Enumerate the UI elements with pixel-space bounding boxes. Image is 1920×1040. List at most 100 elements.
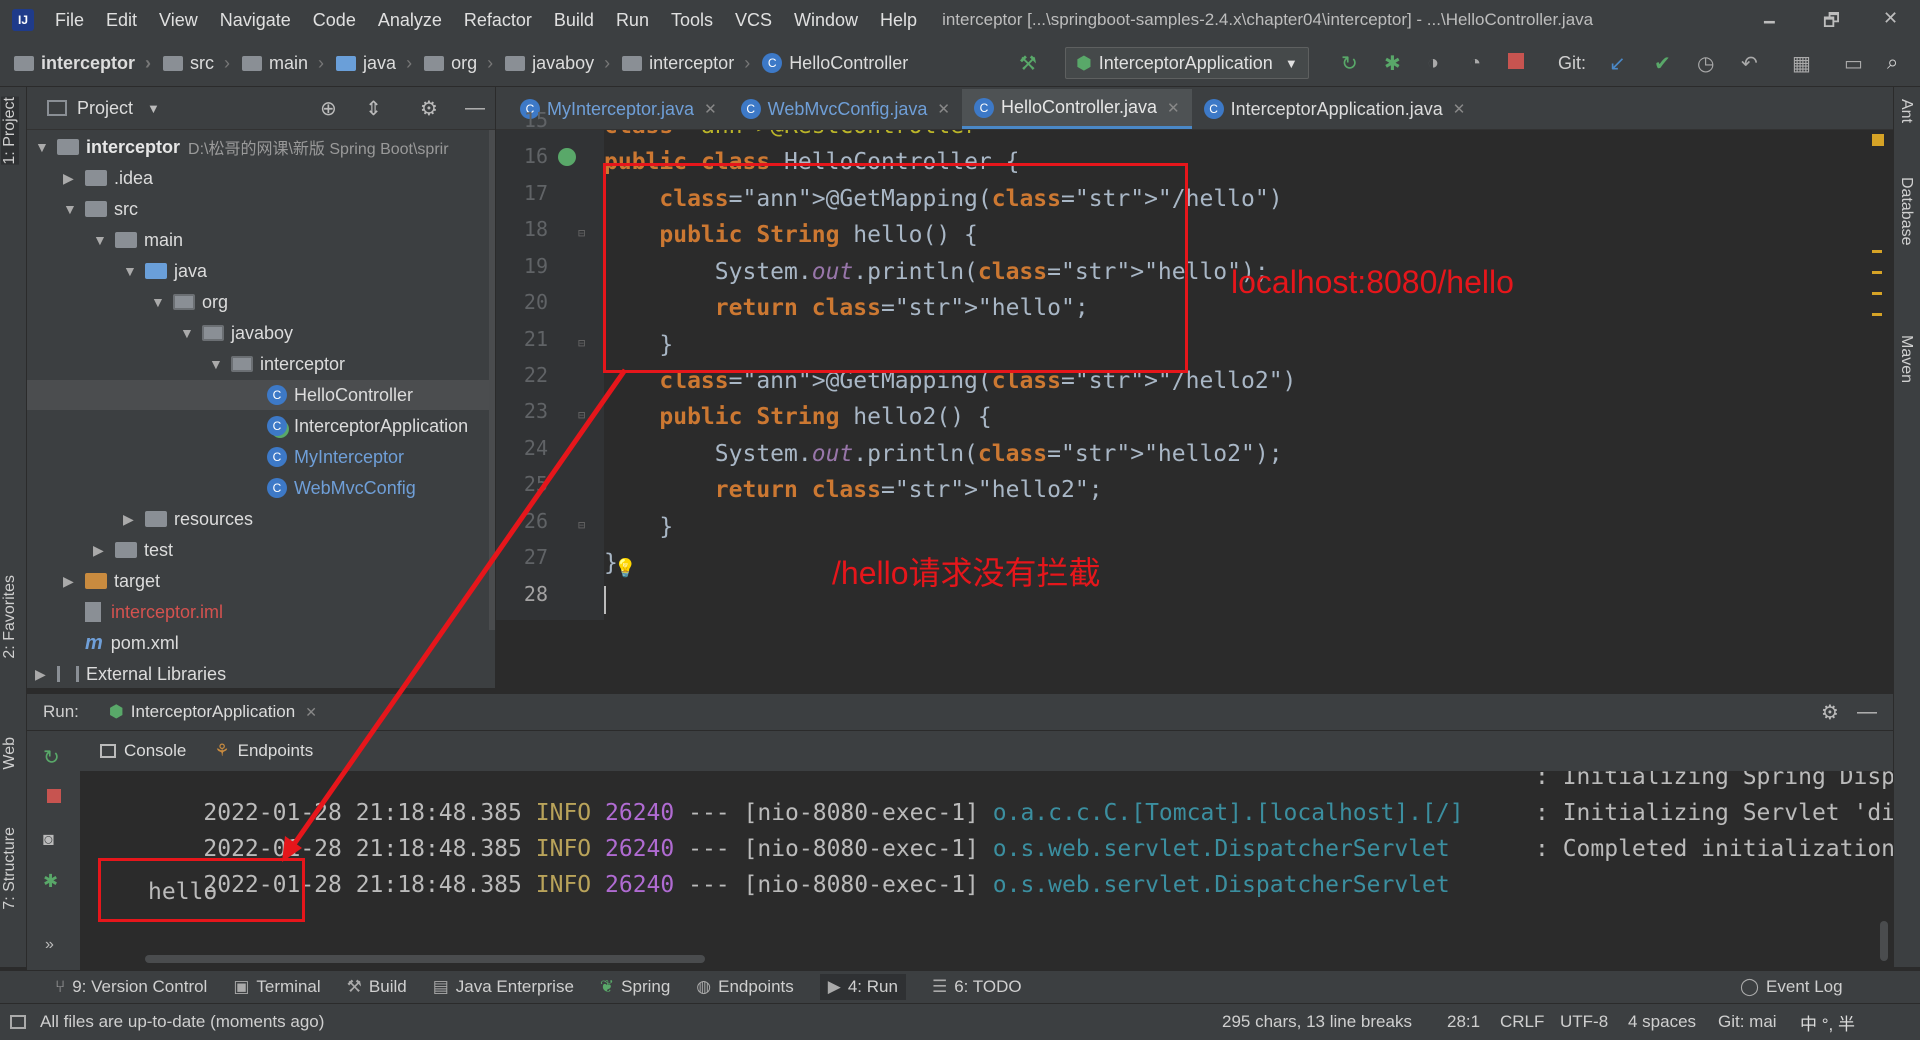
- stop-icon[interactable]: [47, 789, 61, 803]
- menu-file[interactable]: File: [44, 10, 95, 31]
- expand-arrow-icon[interactable]: ▼: [63, 201, 85, 217]
- breadcrumb-org[interactable]: org ›: [418, 53, 499, 74]
- spring-bean-gutter-icon[interactable]: [558, 148, 576, 166]
- menu-help[interactable]: Help: [869, 10, 928, 31]
- gear-icon[interactable]: ⚙: [1821, 700, 1839, 725]
- menu-edit[interactable]: Edit: [95, 10, 148, 31]
- status-icon[interactable]: [10, 1015, 26, 1029]
- tool-event-log[interactable]: ◯ Event Log: [1740, 977, 1843, 997]
- tab-console[interactable]: Console: [100, 741, 186, 761]
- tree-item-interceptor-root[interactable]: ▼ interceptor D:\松哥的网课\新版 Spring Boot\sp…: [35, 132, 449, 162]
- tree-item-resources[interactable]: ▶ resources: [123, 504, 253, 534]
- file-encoding[interactable]: UTF-8: [1560, 1012, 1608, 1032]
- fold-marker-icon[interactable]: ⊟: [578, 336, 585, 350]
- tab-webmvcconfig[interactable]: C WebMvcConfig.java ✕: [729, 89, 962, 129]
- breadcrumb-javaboy[interactable]: javaboy ›: [499, 53, 616, 74]
- restore-button[interactable]: 🗗: [1823, 8, 1840, 38]
- tool-tab-project[interactable]: 1: Project: [1, 97, 19, 165]
- expand-arrow-icon[interactable]: ▼: [93, 232, 115, 248]
- project-view-title[interactable]: Project: [77, 98, 133, 119]
- menu-vcs[interactable]: VCS: [724, 10, 783, 31]
- close-tab-icon[interactable]: ✕: [1167, 99, 1180, 117]
- tool-build[interactable]: ⚒ Build: [347, 977, 407, 997]
- editor-scrollbar-markers[interactable]: [1872, 250, 1882, 620]
- expand-arrow-icon[interactable]: ▶: [63, 573, 85, 590]
- coverage-icon[interactable]: ◑: [1427, 52, 1439, 75]
- tool-endpoints[interactable]: ◍ Endpoints: [696, 977, 793, 997]
- tree-item-java[interactable]: ▼ java: [123, 256, 207, 286]
- tool-run[interactable]: ▶ 4: Run: [819, 974, 906, 1000]
- tree-item-org[interactable]: ▼ org: [151, 287, 228, 317]
- menu-build[interactable]: Build: [543, 10, 605, 31]
- tree-item-webmvcconfig[interactable]: C WebMvcConfig: [267, 473, 416, 503]
- expand-arrow-icon[interactable]: ▶: [63, 170, 85, 187]
- tree-scrollbar[interactable]: [489, 130, 495, 630]
- close-window-button[interactable]: ✕: [1883, 8, 1898, 29]
- menu-refactor[interactable]: Refactor: [453, 10, 543, 31]
- tree-item-javaboy[interactable]: ▼ javaboy: [180, 318, 293, 348]
- menu-window[interactable]: Window: [783, 10, 869, 31]
- tool-todo[interactable]: ☰ 6: TODO: [932, 977, 1022, 997]
- tool-terminal[interactable]: ▣ Terminal: [233, 977, 320, 997]
- console-horizontal-scrollbar[interactable]: [145, 955, 705, 963]
- git-update-icon[interactable]: ↙: [1609, 51, 1626, 76]
- line-separator[interactable]: CRLF: [1500, 1012, 1544, 1032]
- tab-endpoints[interactable]: ⚘ Endpoints: [214, 741, 313, 761]
- gear-icon[interactable]: ⚙: [420, 96, 438, 121]
- git-commit-icon[interactable]: ✔: [1654, 51, 1671, 76]
- tree-item-myinterceptor[interactable]: C MyInterceptor: [267, 442, 404, 472]
- tree-item-interceptor-package[interactable]: ▼ interceptor: [209, 349, 345, 379]
- tree-item-hellocontroller[interactable]: C HelloController: [27, 380, 495, 410]
- expand-arrow-icon[interactable]: ▶: [93, 542, 115, 559]
- menu-run[interactable]: Run: [605, 10, 660, 31]
- tree-item-pom-xml[interactable]: m pom.xml: [85, 628, 179, 658]
- search-everywhere-icon[interactable]: ⌕: [1887, 52, 1898, 75]
- tree-item-interceptorapplication[interactable]: C InterceptorApplication: [267, 411, 468, 441]
- console-output[interactable]: 2022-01-28 21:18:48.385 INFO 26240 --- […: [80, 771, 1893, 966]
- tab-interceptorapplication[interactable]: C InterceptorApplication.java ✕: [1192, 89, 1478, 129]
- debug-icon[interactable]: ✱: [1384, 51, 1401, 76]
- rerun-icon[interactable]: ↻: [1341, 51, 1358, 76]
- tree-item-external-libraries[interactable]: ▶ External Libraries: [35, 659, 226, 688]
- lightbulb-icon[interactable]: 💡: [614, 558, 636, 579]
- expand-arrow-icon[interactable]: ▼: [123, 263, 145, 279]
- tool-java-enterprise[interactable]: ▤ Java Enterprise: [433, 977, 574, 997]
- menu-navigate[interactable]: Navigate: [209, 10, 302, 31]
- breadcrumb-interceptor-project[interactable]: interceptor ›: [0, 53, 157, 74]
- expand-arrow-icon[interactable]: ▼: [35, 139, 57, 155]
- history-icon[interactable]: ◷: [1697, 51, 1714, 76]
- rollback-icon[interactable]: ↶: [1741, 51, 1758, 76]
- close-tab-icon[interactable]: ✕: [704, 100, 717, 118]
- menu-code[interactable]: Code: [302, 10, 367, 31]
- inspection-status-icon[interactable]: [1872, 134, 1884, 146]
- project-structure-icon[interactable]: ▦: [1792, 51, 1811, 76]
- tree-item-idea[interactable]: ▶ .idea: [63, 163, 153, 193]
- tool-tab-favorites[interactable]: 2: Favorites: [1, 575, 19, 659]
- run-config-tab[interactable]: ⬢ InterceptorApplication ✕: [109, 702, 317, 722]
- fold-marker-icon[interactable]: ⊟: [578, 518, 585, 532]
- breadcrumb-interceptor-package[interactable]: interceptor ›: [616, 53, 756, 74]
- debug-icon[interactable]: ✱: [43, 871, 58, 892]
- tool-tab-maven[interactable]: Maven: [1897, 335, 1915, 383]
- breadcrumb-java[interactable]: java ›: [330, 53, 418, 74]
- run-configuration-select[interactable]: ⬢ InterceptorApplication ▼: [1065, 47, 1309, 79]
- breadcrumb-hellocontroller[interactable]: C HelloController: [756, 53, 914, 74]
- ime-indicator[interactable]: 中 °, 半: [1800, 1010, 1855, 1035]
- tool-tab-ant[interactable]: Ant: [1897, 99, 1915, 123]
- expand-arrow-icon[interactable]: ▼: [180, 325, 202, 341]
- tool-version-control[interactable]: ⑂ 9: Version Control: [55, 977, 207, 997]
- tree-item-interceptor-iml[interactable]: interceptor.iml: [85, 597, 223, 627]
- minimize-button[interactable]: 🗕: [1763, 8, 1776, 38]
- tab-hellocontroller[interactable]: C HelloController.java ✕: [961, 89, 1192, 129]
- expand-arrow-icon[interactable]: ▶: [123, 511, 145, 528]
- rerun-icon[interactable]: ↻: [43, 745, 60, 770]
- fold-marker-icon[interactable]: ⊟: [578, 408, 585, 422]
- tree-item-src[interactable]: ▼ src: [63, 194, 138, 224]
- build-hammer-icon[interactable]: ⚒: [1019, 51, 1037, 76]
- breadcrumb-main[interactable]: main ›: [236, 53, 330, 74]
- tool-tab-structure[interactable]: 7: Structure: [1, 827, 19, 910]
- git-branch[interactable]: Git: mai: [1718, 1012, 1777, 1032]
- tool-tab-web[interactable]: Web: [1, 737, 19, 770]
- stop-icon[interactable]: [1508, 53, 1524, 69]
- close-tab-icon[interactable]: ✕: [305, 704, 317, 721]
